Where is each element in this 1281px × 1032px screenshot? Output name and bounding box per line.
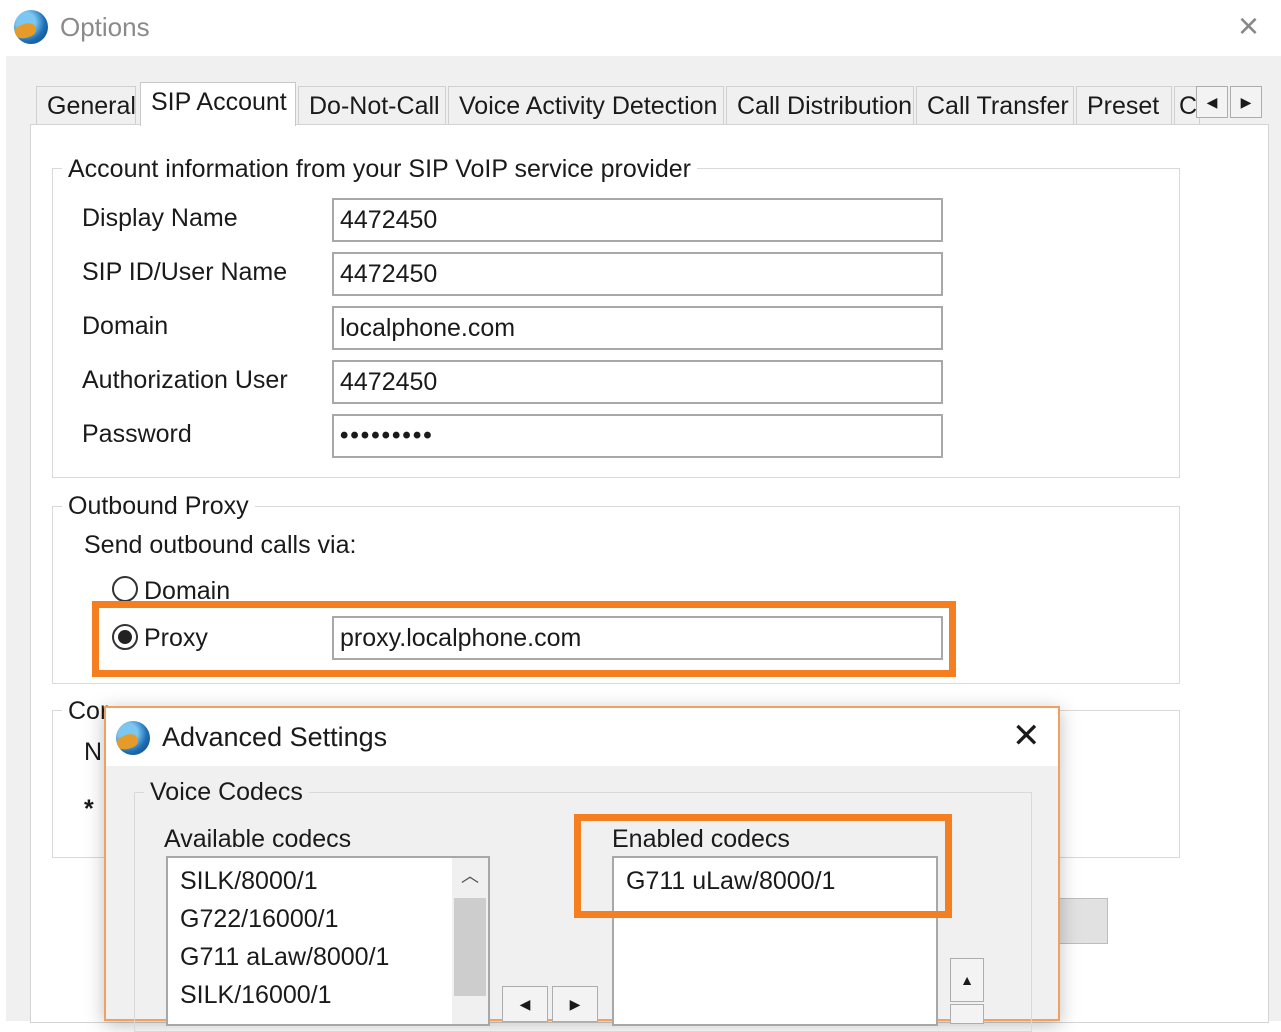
sip-id-field[interactable]: 4472450 <box>332 252 943 296</box>
available-codec-item[interactable]: G711 aLaw/8000/1 <box>168 938 488 976</box>
close-icon[interactable]: × <box>1238 8 1259 44</box>
window-title: Options <box>60 12 150 42</box>
dialog-titlebar: Advanced Settings ✕ <box>106 708 1058 766</box>
dialog-close-icon[interactable]: ✕ <box>1012 716 1041 756</box>
proxy-highlight-box <box>92 601 956 677</box>
tab-call-distribution[interactable]: Call Distribution <box>726 86 914 124</box>
domain-field[interactable]: localphone.com <box>332 306 943 350</box>
send-via-label: Send outbound calls via: <box>84 531 357 559</box>
display-name-field[interactable]: 4472450 <box>332 198 943 242</box>
voice-codecs-title: Voice Codecs <box>144 778 309 807</box>
available-codecs-list[interactable]: SILK/8000/1 G722/16000/1 G711 aLaw/8000/… <box>166 856 490 1026</box>
display-name-label: Display Name <box>82 204 238 232</box>
outbound-proxy-title: Outbound Proxy <box>62 492 255 521</box>
tab-do-not-call[interactable]: Do-Not-Call <box>298 86 446 124</box>
authorization-user-label: Authorization User <box>82 366 288 394</box>
tab-scroll-right-button[interactable]: ▶ <box>1230 86 1262 118</box>
scroll-up-icon[interactable]: ︿ <box>461 862 479 888</box>
tab-preset[interactable]: Preset <box>1076 86 1172 124</box>
available-codec-item[interactable]: SILK/8000/1 <box>168 862 488 900</box>
partial-line-1: N <box>84 738 103 766</box>
tab-voice-activity-detection[interactable]: Voice Activity Detection <box>448 86 724 124</box>
authorization-user-field[interactable]: 4472450 <box>332 360 943 404</box>
available-codecs-label: Available codecs <box>164 825 352 853</box>
tab-scroll-left-button[interactable]: ◀ <box>1196 86 1228 118</box>
enabled-scroll-up-button[interactable]: ▲ <box>950 958 984 1002</box>
tab-sip-account[interactable]: SIP Account <box>140 82 296 126</box>
advanced-settings-dialog: Advanced Settings ✕ Voice Codecs Availab… <box>104 706 1060 1032</box>
account-group-title: Account information from your SIP VoIP s… <box>62 155 697 184</box>
move-left-button[interactable]: ◀ <box>502 986 548 1022</box>
domain-label: Domain <box>82 312 169 340</box>
available-codecs-scrollbar[interactable]: ︿ <box>452 858 488 1024</box>
move-right-button[interactable]: ▶ <box>552 986 598 1022</box>
available-codec-item[interactable]: G722/16000/1 <box>168 900 488 938</box>
enabled-scroll-down-button[interactable] <box>950 1004 984 1024</box>
app-globe-icon <box>14 10 48 44</box>
window-titlebar: Options × <box>0 0 1281 56</box>
password-field[interactable]: ••••••••• <box>332 414 943 458</box>
enabled-codecs-highlight-box <box>574 814 952 918</box>
domain-radio[interactable] <box>112 576 138 602</box>
sip-id-label: SIP ID/User Name <box>82 258 288 286</box>
available-codec-item[interactable]: SILK/16000/1 <box>168 976 488 1014</box>
scroll-thumb[interactable] <box>454 898 486 996</box>
dialog-title: Advanced Settings <box>162 722 388 752</box>
password-label: Password <box>82 420 192 448</box>
partial-line-2: * <box>84 795 94 823</box>
dialog-globe-icon <box>116 721 150 755</box>
tab-call-transfer[interactable]: Call Transfer <box>916 86 1074 124</box>
tab-general[interactable]: General <box>36 86 136 124</box>
